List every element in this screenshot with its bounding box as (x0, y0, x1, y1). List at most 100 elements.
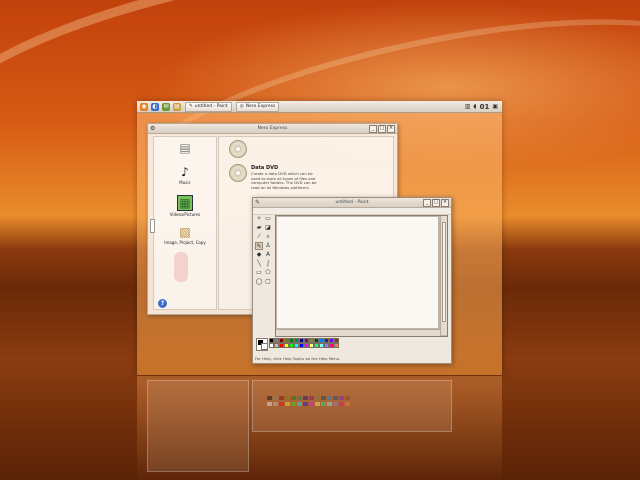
sidebar-item-image-project[interactable]: ▧ Image, Project, Copy (154, 225, 216, 245)
color-swatch-reflection (291, 402, 296, 406)
color-swatch-reflection (309, 396, 314, 400)
music-note-icon: ♪ (181, 165, 189, 179)
window-title: untitled - Paint (335, 200, 369, 205)
option-data-dvd[interactable]: Data DVD Create a data DVD which can be … (219, 161, 391, 191)
color-swatch-reflection (339, 402, 344, 406)
color-swatch[interactable] (334, 343, 339, 348)
volume-icon[interactable]: ◖ (473, 103, 476, 110)
background-color (261, 343, 268, 350)
close-button[interactable]: × (387, 124, 395, 133)
drawing-canvas[interactable] (277, 217, 438, 328)
color-swatch-reflection (327, 396, 332, 400)
polygon-icon[interactable]: ⬠ (264, 269, 272, 277)
color-swatch-reflection (297, 402, 302, 406)
ellipse-icon[interactable]: ◯ (255, 278, 263, 286)
menu-bar[interactable] (253, 208, 451, 215)
color-swatch-reflection (327, 402, 332, 406)
nero-app-icon: ◎ (239, 104, 244, 109)
color-swatch-reflection (345, 396, 350, 400)
sidebar-item-data[interactable]: ▤ (154, 141, 216, 156)
line-icon[interactable]: ╲ (255, 260, 263, 268)
folder-image-icon: ▧ (179, 225, 191, 239)
color-swatch-reflection (303, 402, 308, 406)
color-swatch-reflection (315, 396, 320, 400)
current-colors[interactable] (256, 338, 268, 351)
option-description: Create a data DVD which can be used to s… (251, 171, 317, 190)
color-swatch-reflection (315, 402, 320, 406)
browser-launcher-icon[interactable]: ◐ (151, 102, 159, 111)
desktop-switcher-icon[interactable]: ▣ (492, 103, 498, 110)
paint-titlebar[interactable]: ✎ untitled - Paint _ □ × (253, 198, 451, 208)
taskbar-item-label: Nero Express (245, 104, 276, 109)
fill-bucket-icon[interactable]: ◪ (264, 224, 272, 232)
color-swatch-reflection (321, 396, 326, 400)
close-button[interactable]: × (441, 198, 449, 207)
magnifier-icon[interactable]: ⌕ (264, 233, 272, 241)
color-swatch-reflection (285, 402, 290, 406)
canvas-frame (275, 215, 448, 337)
workspace-reflection (137, 376, 502, 480)
taskbar-item-nero[interactable]: ◎ Nero Express (235, 101, 280, 112)
document-icon: ▤ (179, 141, 191, 155)
rectangle-icon[interactable]: ▭ (255, 269, 263, 277)
nero-reflection (147, 380, 249, 472)
taskbar-item-label: untitled - Paint (194, 104, 228, 109)
toolbox: ✧ ▭ ▰ ◪ ⁄ ⌕ ✎ ♙ ◆ A ╲ ∫ ▭ ⬠ ◯ ▢ (255, 215, 275, 333)
decorative-graphic (174, 252, 188, 282)
color-swatch-reflection (333, 402, 338, 406)
text-tool-icon[interactable]: A (264, 251, 272, 259)
brush-icon[interactable]: ♙ (264, 242, 272, 250)
color-picker-icon[interactable]: ⁄ (255, 233, 263, 241)
color-swatch-reflection (333, 396, 338, 400)
color-swatch-reflection (273, 402, 278, 406)
taskbar-item-paint[interactable]: ✎ untitled - Paint (185, 101, 232, 112)
clock[interactable]: 01 (480, 103, 490, 111)
project-type-sidebar: ▤ ♪ Music ▦ Videos/Pictures ▧ Image, Pro… (153, 136, 217, 310)
maximize-button[interactable]: □ (432, 198, 440, 207)
color-swatch-reflection (291, 396, 296, 400)
network-icon[interactable]: ▥ (465, 103, 471, 110)
option-data-cd[interactable] (219, 137, 391, 159)
files-launcher-icon[interactable]: ▤ (173, 102, 181, 111)
paint-reflection (252, 380, 452, 432)
color-swatch-reflection (339, 396, 344, 400)
status-bar: For Help, click Help Topics on the Help … (255, 356, 341, 361)
sidebar-item-label: Image, Project, Copy (164, 240, 206, 245)
color-swatch-reflection (321, 402, 326, 406)
paint-window: ✎ untitled - Paint _ □ × ✧ ▭ ▰ ◪ ⁄ ⌕ ✎ ♙… (252, 197, 452, 364)
film-icon: ▦ (177, 195, 193, 211)
color-swatch-reflection (279, 402, 284, 406)
color-swatch-reflection (345, 402, 350, 406)
color-swatch-reflection (303, 396, 308, 400)
color-swatch-reflection (267, 402, 272, 406)
pencil-icon[interactable]: ✎ (255, 242, 263, 250)
color-swatch-reflection (273, 396, 278, 400)
email-launcher-icon[interactable]: ✉ (162, 102, 170, 111)
sidebar-item-music[interactable]: ♪ Music (154, 165, 216, 185)
ubuntu-logo-icon[interactable]: ◉ (140, 102, 148, 111)
system-tray: ▥ ◖ 01 ▣ (465, 103, 498, 111)
scrollbar-thumb[interactable] (442, 222, 446, 322)
eraser-icon[interactable]: ▰ (255, 224, 263, 232)
color-swatch-reflection (285, 396, 290, 400)
top-panel: ◉ ◐ ✉ ▤ ✎ untitled - Paint ◎ Nero Expres… (137, 101, 502, 113)
color-swatch-reflection (279, 396, 284, 400)
free-select-icon[interactable]: ✧ (255, 215, 263, 223)
sidebar-collapse-handle[interactable] (150, 219, 155, 233)
help-button[interactable]: ? (158, 299, 167, 308)
nero-titlebar[interactable]: ⚙ Nero Express _ □ × (148, 124, 397, 134)
sidebar-item-videos[interactable]: ▦ Videos/Pictures (154, 195, 216, 217)
curve-icon[interactable]: ∫ (264, 260, 272, 268)
maximize-button[interactable]: □ (378, 124, 386, 133)
horizontal-scrollbar[interactable] (276, 329, 440, 336)
sidebar-item-label: Videos/Pictures (169, 212, 201, 217)
rect-select-icon[interactable]: ▭ (264, 215, 272, 223)
rounded-rect-icon[interactable]: ▢ (264, 278, 272, 286)
color-palette (256, 338, 376, 351)
airbrush-icon[interactable]: ◆ (255, 251, 263, 259)
minimize-button[interactable]: _ (423, 198, 431, 207)
vertical-scrollbar[interactable] (440, 216, 447, 335)
sidebar-item-label: Music (179, 180, 191, 185)
minimize-button[interactable]: _ (369, 124, 377, 133)
color-swatch-reflection (309, 402, 314, 406)
